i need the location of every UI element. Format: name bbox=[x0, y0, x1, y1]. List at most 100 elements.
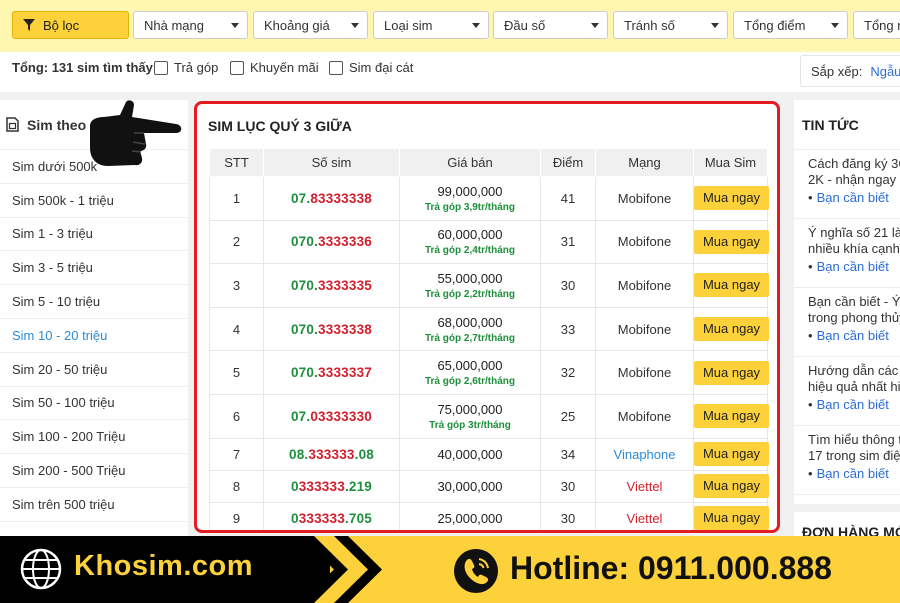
sidebar-item[interactable]: Sim 200 - 500 Triệu bbox=[0, 454, 188, 488]
news-headline-line[interactable]: 17 trong sim điện bbox=[808, 448, 900, 464]
cell-sim-number[interactable]: 070.3333337 bbox=[263, 350, 400, 395]
cell-buy: Mua ngay bbox=[693, 437, 769, 471]
news-item[interactable]: Bạn cần biết - Ý ntrong phong thủy, Bạn c… bbox=[794, 288, 900, 357]
news-category-link[interactable]: Bạn cần biết bbox=[808, 328, 900, 343]
cell-stt: 3 bbox=[209, 263, 264, 308]
checkbox-lucky-sim[interactable]: Sim đại cát bbox=[329, 60, 413, 75]
checkbox-installment[interactable]: Trả góp bbox=[154, 60, 218, 75]
cell-stt: 1 bbox=[209, 176, 264, 221]
news-headline-line[interactable]: trong phong thủy, bbox=[808, 310, 900, 326]
installment-note: Trả góp 2,6tr/tháng bbox=[424, 376, 515, 388]
cell-score: 41 bbox=[540, 176, 596, 221]
installment-note: Trả góp 2,4tr/tháng bbox=[424, 245, 515, 257]
table-row: 2 070.3333336 60,000,000 Trả góp 2,4tr/thán… bbox=[209, 219, 769, 265]
buy-now-button[interactable]: Mua ngay bbox=[694, 474, 769, 499]
table-row: 9 0333333.705 25,000,000 30 Viettel Mua ngay bbox=[209, 501, 769, 530]
checkbox-box[interactable] bbox=[329, 60, 343, 75]
sim-table-panel: SIM LỤC QUÝ 3 GIỮA STT Số sim Giá bán Đi… bbox=[194, 101, 780, 533]
cell-price: 68,000,000 Trả góp 2,7tr/tháng bbox=[399, 306, 541, 352]
news-item[interactable]: Hướng dẫn các chiệu quả nhất hiệ Bạn cần … bbox=[794, 357, 900, 426]
cell-network: Mobifone bbox=[595, 350, 694, 395]
funnel-icon bbox=[23, 19, 35, 31]
select-total-nodes[interactable]: Tổng nút bbox=[853, 11, 900, 39]
news-category-link[interactable]: Bạn cần biết bbox=[808, 190, 900, 205]
cell-buy: Mua ngay bbox=[693, 306, 769, 352]
cell-buy: Mua ngay bbox=[693, 219, 769, 265]
cell-price: 25,000,000 bbox=[399, 501, 541, 530]
sidebar-item[interactable]: Sim 1 - 3 triệu bbox=[0, 218, 188, 252]
cell-buy: Mua ngay bbox=[693, 176, 769, 221]
chevron-down-icon bbox=[351, 23, 359, 28]
col-header-number: Số sim bbox=[263, 148, 400, 177]
news-headline-line[interactable]: Ý nghĩa số 21 là g bbox=[808, 225, 900, 241]
installment-note: Trả góp 2,2tr/tháng bbox=[424, 288, 515, 300]
cell-sim-number[interactable]: 070.3333335 bbox=[263, 263, 400, 308]
checkbox-box[interactable] bbox=[230, 60, 244, 75]
cell-price: 40,000,000 bbox=[399, 437, 541, 471]
sidebar-item[interactable]: Sim 100 - 200 Triệu bbox=[0, 420, 188, 455]
hotline-text: Hotline: 0911.000.888 bbox=[510, 550, 832, 586]
buy-now-button[interactable]: Mua ngay bbox=[694, 273, 769, 298]
news-headline-line[interactable]: nhiều khía cạnh k bbox=[808, 241, 900, 257]
table-row: 8 0333333.219 30,000,000 30 Viettel Mua ngay bbox=[209, 469, 769, 503]
cell-score: 30 bbox=[540, 469, 596, 503]
cell-sim-number[interactable]: 0333333.219 bbox=[263, 469, 400, 503]
cell-sim-number[interactable]: 08.333333.08 bbox=[263, 437, 400, 471]
news-category-link[interactable]: Bạn cần biết bbox=[808, 259, 900, 274]
cell-buy: Mua ngay bbox=[693, 469, 769, 503]
news-item[interactable]: Cách đăng ký 3G2K - nhận ngay đ Bạn cần b… bbox=[794, 150, 900, 219]
cell-score: 30 bbox=[540, 263, 596, 308]
sidebar-item[interactable]: Sim 50 - 100 triệu bbox=[0, 387, 188, 421]
cell-network: Mobifone bbox=[595, 219, 694, 265]
cell-sim-number[interactable]: 0333333.705 bbox=[263, 501, 400, 530]
news-headline-line[interactable]: Cách đăng ký 3G bbox=[808, 156, 900, 172]
select-network[interactable]: Nhà mạng bbox=[133, 11, 248, 39]
news-headline-line[interactable]: Hướng dẫn các c bbox=[808, 363, 900, 379]
filter-button[interactable]: Bộ lọc bbox=[12, 11, 129, 39]
sidebar-item[interactable]: Sim 10 - 20 triệu bbox=[0, 319, 188, 353]
buy-now-button[interactable]: Mua ngay bbox=[694, 317, 769, 342]
buy-now-button[interactable]: Mua ngay bbox=[694, 360, 769, 385]
select-total-score[interactable]: Tổng điểm bbox=[733, 11, 848, 39]
buy-now-button[interactable]: Mua ngay bbox=[694, 186, 769, 211]
checkbox-promotion[interactable]: Khuyến mãi bbox=[230, 60, 319, 75]
cell-sim-number[interactable]: 070.3333338 bbox=[263, 306, 400, 352]
news-item[interactable]: Tìm hiểu thông tin17 trong sim điện Bạn c… bbox=[794, 426, 900, 495]
buy-now-button[interactable]: Mua ngay bbox=[694, 442, 769, 467]
sidebar-item[interactable]: Sim 20 - 50 triệu bbox=[0, 353, 188, 387]
sidebar-item[interactable]: Sim 5 - 10 triệu bbox=[0, 285, 188, 319]
news-category-link[interactable]: Bạn cần biết bbox=[808, 466, 900, 481]
cell-stt: 7 bbox=[209, 437, 264, 471]
news-headline-line[interactable]: Bạn cần biết - Ý n bbox=[808, 294, 900, 310]
news-category-link[interactable]: Bạn cần biết bbox=[808, 397, 900, 412]
news-item[interactable]: Ý nghĩa số 21 là gnhiều khía cạnh k Bạn c… bbox=[794, 219, 900, 288]
cell-sim-number[interactable]: 07.03333330 bbox=[263, 393, 400, 439]
pointing-hand-icon bbox=[90, 100, 182, 166]
cell-sim-number[interactable]: 070.3333336 bbox=[263, 219, 400, 265]
buy-now-button[interactable]: Mua ngay bbox=[694, 404, 769, 429]
col-header-stt: STT bbox=[209, 148, 264, 177]
select-prefix[interactable]: Đầu số bbox=[493, 11, 608, 39]
sidebar-item[interactable]: Sim 500k - 1 triệu bbox=[0, 184, 188, 218]
table-row: 7 08.333333.08 40,000,000 34 Vinaphone Mua ng… bbox=[209, 437, 769, 471]
checkbox-box[interactable] bbox=[154, 60, 168, 75]
cell-network: Viettel bbox=[595, 469, 694, 503]
buy-now-button[interactable]: Mua ngay bbox=[694, 229, 769, 254]
cell-sim-number[interactable]: 07.83333338 bbox=[263, 176, 400, 221]
chevron-down-icon bbox=[231, 23, 239, 28]
sidebar-item[interactable]: Sim 3 - 5 triệu bbox=[0, 251, 188, 286]
select-price-range[interactable]: Khoảng giá bbox=[253, 11, 368, 39]
sidebar-item[interactable]: Sim trên 500 triệu bbox=[0, 488, 188, 522]
select-sim-type[interactable]: Loại sim bbox=[373, 11, 489, 39]
col-header-price: Giá bán bbox=[399, 148, 541, 177]
news-headline-line[interactable]: 2K - nhận ngay đ bbox=[808, 172, 900, 188]
cell-buy: Mua ngay bbox=[693, 350, 769, 395]
select-avoid-digits[interactable]: Tránh số bbox=[613, 11, 728, 39]
sort-select[interactable]: Sắp xếp: Ngẫu bbox=[800, 55, 900, 87]
buy-now-button[interactable]: Mua ngay bbox=[694, 506, 769, 530]
sort-label: Sắp xếp: bbox=[811, 64, 863, 79]
news-headline-line[interactable]: hiệu quả nhất hiệ bbox=[808, 379, 900, 395]
chevron-down-icon bbox=[472, 23, 480, 28]
news-headline-line[interactable]: Tìm hiểu thông tin bbox=[808, 432, 900, 448]
col-header-network: Mạng bbox=[595, 148, 694, 177]
